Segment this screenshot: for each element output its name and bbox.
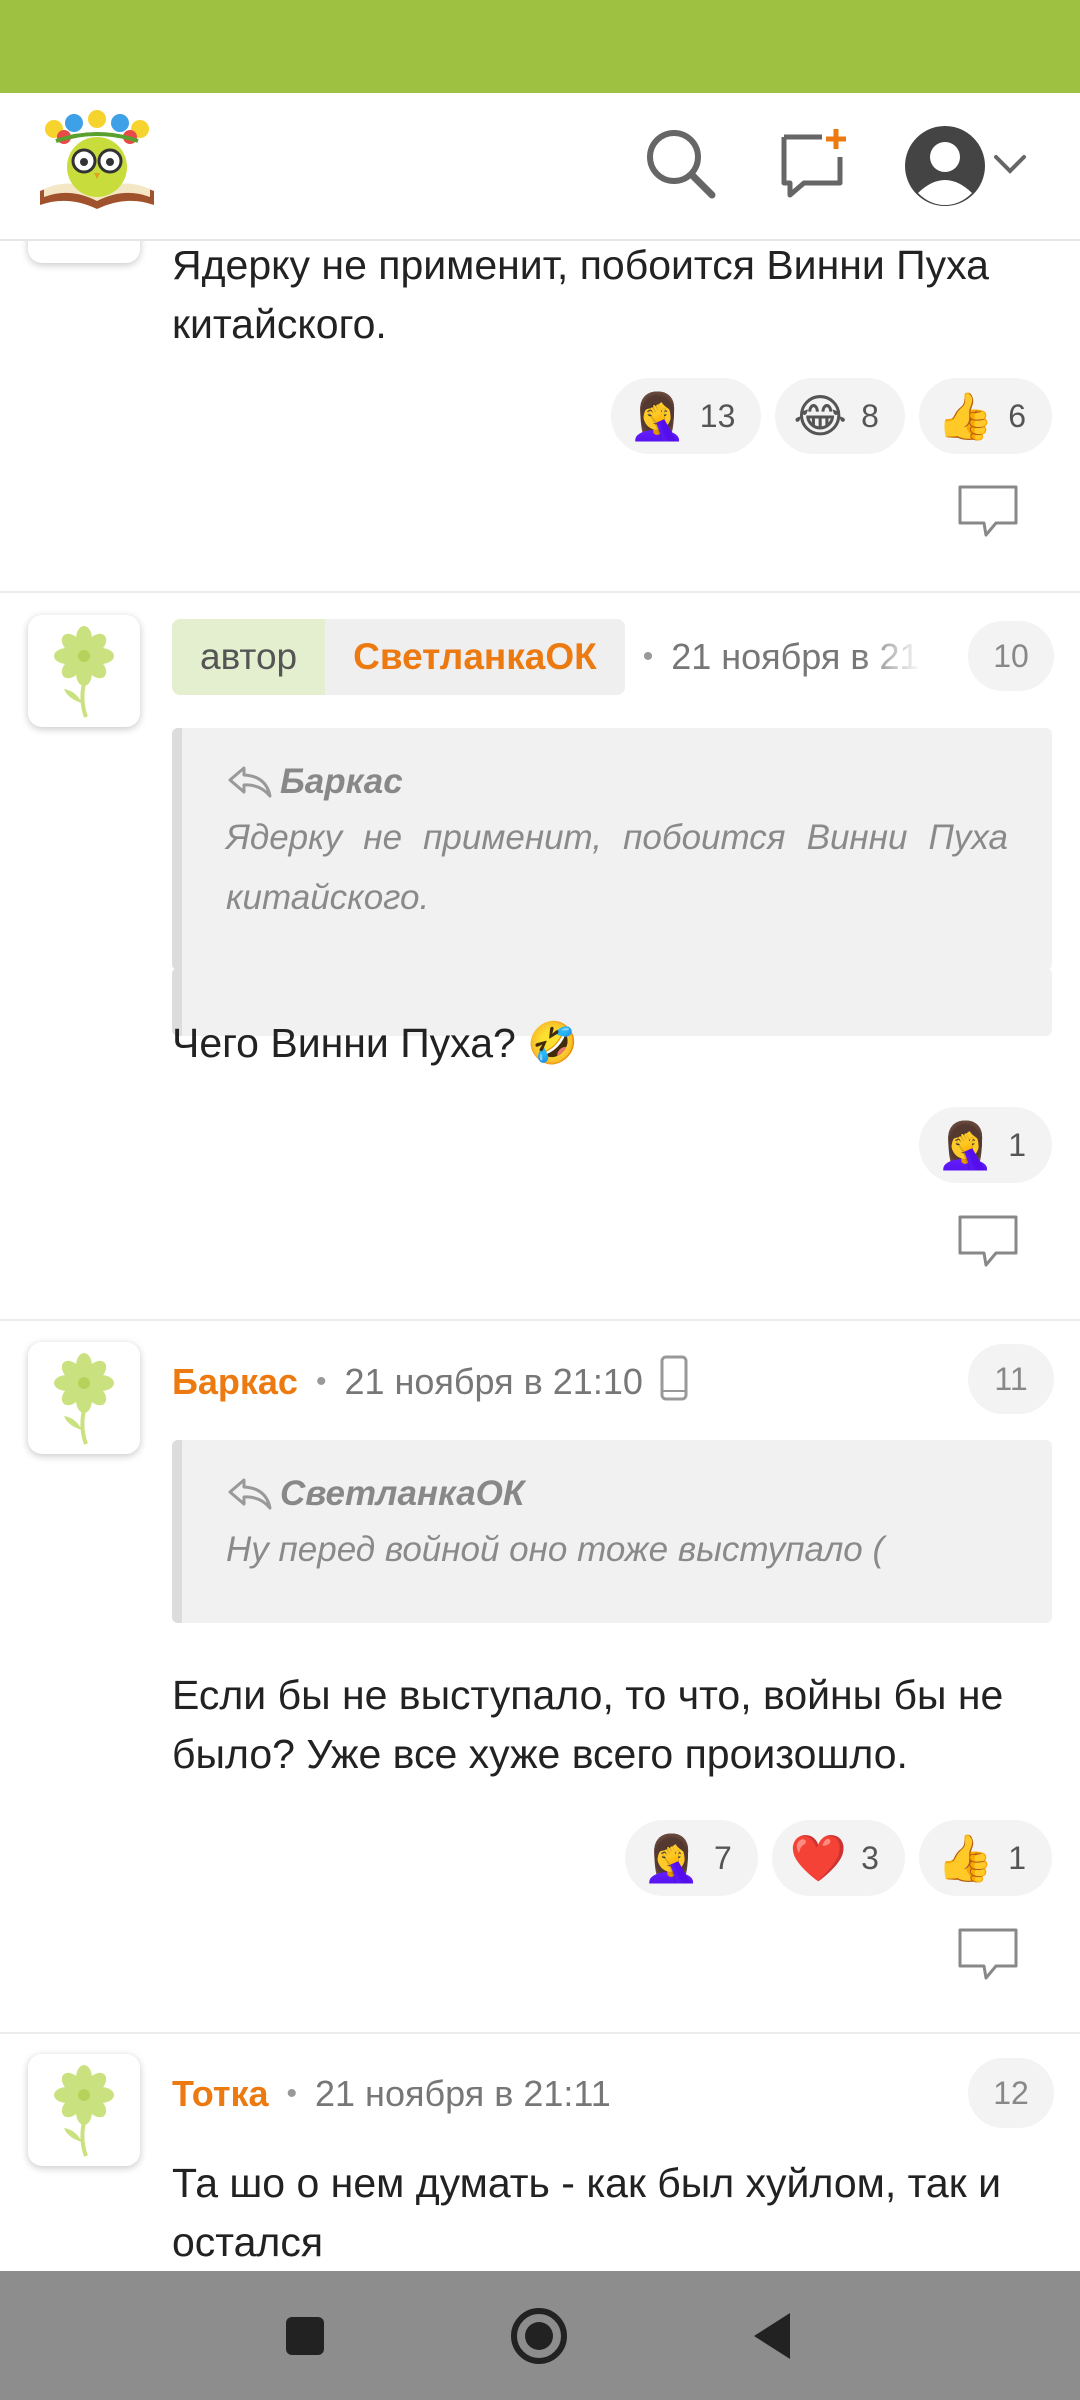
recent-apps-icon[interactable] [272,2303,338,2369]
username[interactable]: Тотка [172,2073,269,2115]
heart-icon: ❤️ [789,1832,848,1884]
avatar[interactable] [28,615,140,727]
username[interactable]: Баркас [172,1361,298,1403]
mobile-phone-icon [659,1355,689,1410]
reaction-facepalm[interactable]: 🤦‍♀️ 1 [918,1107,1052,1183]
divider [0,591,1080,593]
quote-author-row: Баркас [226,762,1008,802]
facepalm-icon: 🤦‍♀️ [628,390,686,442]
separator-dot: • [315,1365,327,1398]
reactions: 🤦‍♀️ 7 ❤️ 3 👍 1 [624,1820,1052,1896]
reaction-thumbs-up[interactable]: 👍 6 [918,378,1052,454]
user-avatar-icon[interactable] [900,121,990,211]
author-label: автор [172,619,326,695]
reply-icon[interactable] [956,1213,1020,1269]
facepalm-icon: 🤦‍♀️ [642,1832,701,1884]
comment-date: 21 ноября в 21:10 [344,1361,643,1402]
divider [0,2032,1080,2034]
reactions: 🤦‍♀️ 13 😂 8 👍 6 [610,378,1052,454]
quote-author: СветланкаОК [280,1474,525,1513]
laugh-icon: 😂 [793,390,848,442]
quote-block: СветланкаОК Ну перед войной оно тоже выс… [172,1440,1052,1623]
reaction-count: 6 [1008,397,1026,434]
reaction-thumbs-up[interactable]: 👍 1 [918,1820,1052,1896]
system-nav-bar [0,2271,1080,2400]
comment-number[interactable]: 10 [968,621,1054,691]
separator-dot: • [286,2077,298,2110]
reaction-laugh[interactable]: 😂 8 [775,378,905,454]
new-message-icon[interactable] [774,123,854,203]
comment-date: 21 ноября в 21 [671,636,922,678]
avatar[interactable] [28,241,140,263]
divider [0,1319,1080,1321]
reaction-facepalm[interactable]: 🤦‍♀️ 13 [610,378,762,454]
reactions: 🤦‍♀️ 1 [918,1107,1052,1183]
reaction-count: 8 [861,397,879,434]
reply-arrow-icon [228,766,272,798]
search-icon[interactable] [640,123,720,203]
reaction-count: 1 [1008,1839,1026,1876]
app-header [0,93,1080,241]
comment-number[interactable]: 11 [968,1344,1054,1414]
avatar[interactable] [28,2054,140,2166]
reaction-count: 7 [714,1839,732,1876]
quote-author: Баркас [280,762,403,801]
status-bar [0,0,1080,93]
chevron-down-icon[interactable] [990,145,1030,185]
quote-text: Ядерку не применит, побоится Винни Пуха … [226,818,1008,917]
reaction-count: 13 [699,397,736,434]
comment-text: Та шо о нем думать - как был хуйлом, так… [172,2160,1001,2265]
back-icon[interactable] [740,2303,806,2369]
avatar[interactable] [28,1342,140,1454]
separator-dot: • [642,640,654,673]
comment-date: 21 ноября в 21:11 [315,2073,611,2114]
comment-text: Чего Винни Пуха? 🤣 [172,1020,579,1066]
quote-author-row: СветланкаОК [226,1474,1008,1514]
comment-text: Если бы не выступало, то что, войны бы н… [172,1672,1004,1777]
username[interactable]: СветланкаОК [325,619,625,695]
comment-meta: Тотка • 21 ноября в 21:11 [172,2056,611,2132]
quote-text: Ну перед войной оно тоже выступало ( [226,1530,885,1569]
comment-meta: автор СветланкаОК • 21 ноября в 21 [172,619,922,695]
thumbs-up-icon: 👍 [936,1832,995,1884]
reply-icon[interactable] [956,483,1020,539]
home-icon[interactable] [506,2303,572,2369]
reaction-count: 3 [861,1839,879,1876]
comment-text: Ядерку не применит, побоится Винни Пуха … [172,242,989,347]
comments-list: Ядерку не применит, побоится Винни Пуха … [0,241,1080,2271]
author-chip[interactable]: автор СветланкаОК [172,619,625,695]
reply-arrow-icon [228,1478,272,1510]
reaction-count: 1 [1008,1126,1026,1163]
reaction-heart[interactable]: ❤️ 3 [771,1820,905,1896]
thumbs-up-icon: 👍 [936,390,995,442]
reaction-facepalm[interactable]: 🤦‍♀️ 7 [624,1820,758,1896]
quote-block: Баркас Ядерку не применит, побоится Винн… [172,728,1052,970]
owl-book-logo[interactable] [34,109,160,219]
reply-icon[interactable] [956,1926,1020,1982]
facepalm-icon: 🤦‍♀️ [936,1119,995,1171]
comment-number[interactable]: 12 [968,2058,1054,2128]
comment-meta: Баркас • 21 ноября в 21:10 [172,1344,689,1420]
